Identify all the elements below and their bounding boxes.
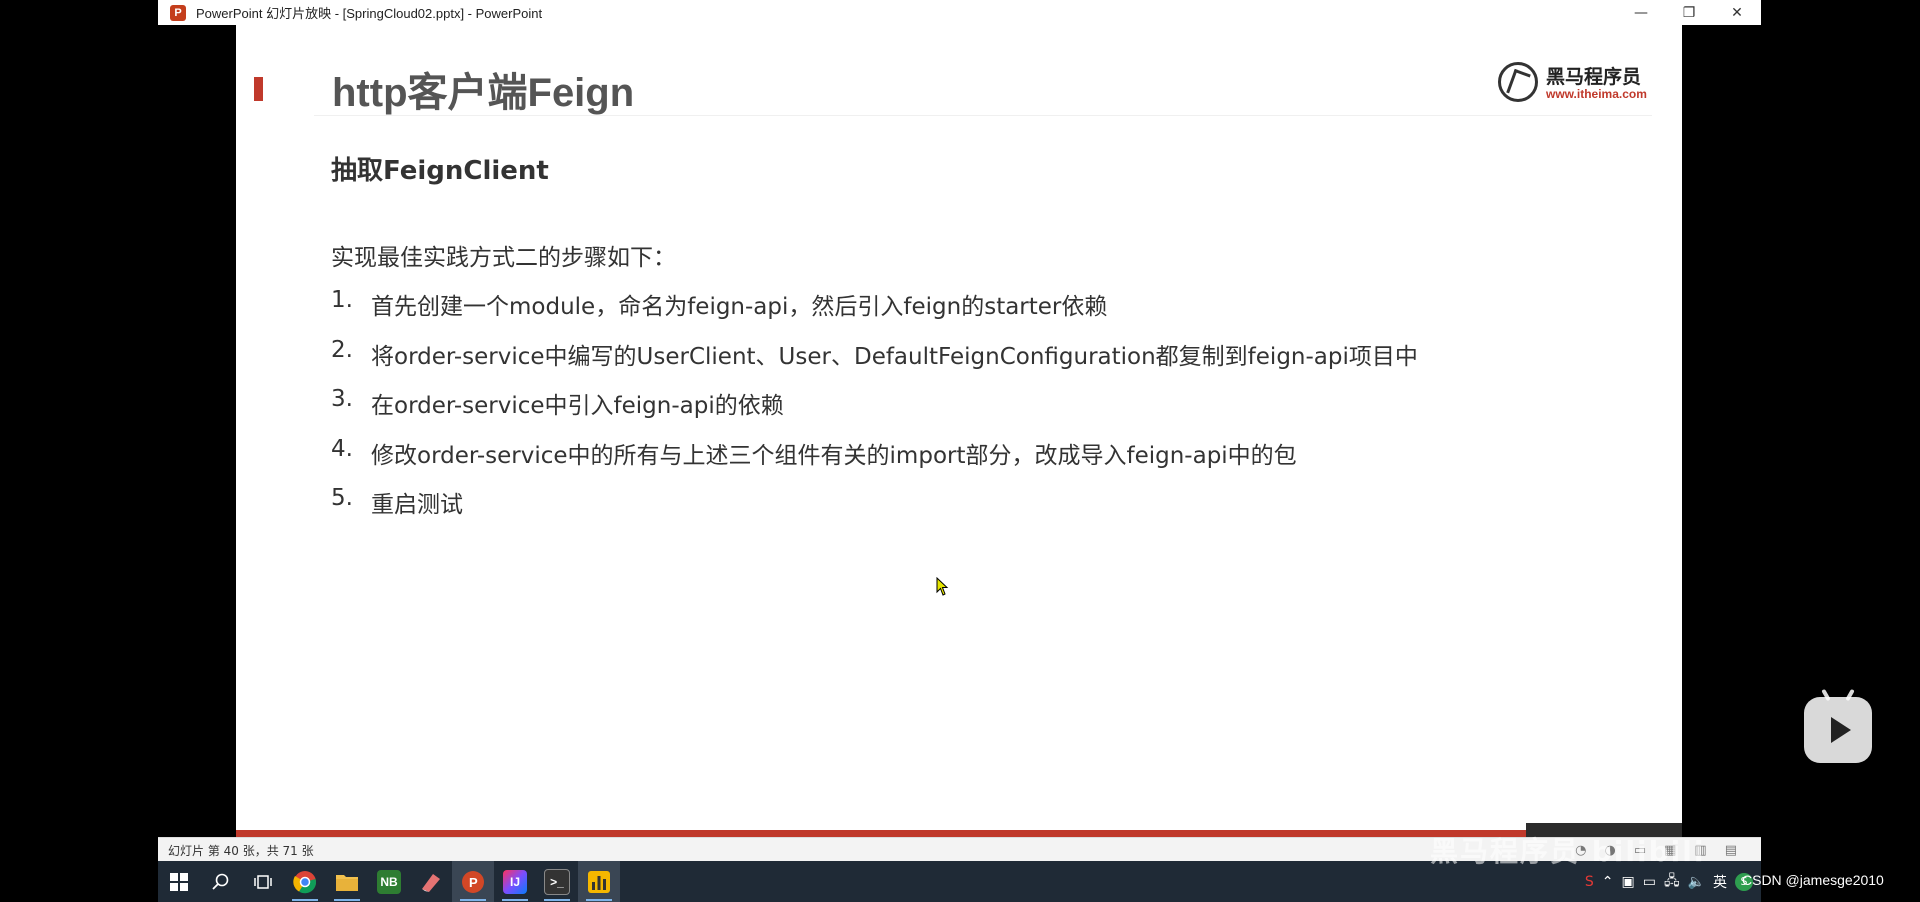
powerpoint-window: P PowerPoint 幻灯片放映 - [SpringCloud02.pptx…: [158, 0, 1761, 862]
powerpoint-app-icon: P: [170, 4, 186, 21]
search-icon: [212, 873, 229, 890]
step-number: 4.: [331, 435, 353, 462]
system-tray: S ⌃ ▣ ▭ 🖧 🔈 英 S: [1585, 870, 1753, 894]
folder-icon: [336, 874, 358, 891]
taskbar-intellij[interactable]: IJ: [494, 861, 536, 902]
taskbar-file-explorer[interactable]: [326, 861, 368, 902]
video-watermark: 黑马程序员 bilibili: [1430, 835, 1706, 868]
paint-icon: [422, 873, 440, 892]
horse-logo-icon: [1498, 62, 1538, 102]
taskbar-chart-app[interactable]: [578, 861, 620, 902]
battery-icon[interactable]: ▭: [1643, 874, 1656, 890]
list-item: 3. 在order-service中引入feign-api的依赖: [331, 386, 1418, 436]
intellij-icon: IJ: [503, 869, 527, 894]
title-accent-bar: [254, 77, 263, 101]
step-number: 5.: [331, 485, 353, 511]
powerpoint-icon: P: [462, 870, 484, 893]
network-icon[interactable]: 🖧: [1664, 870, 1680, 894]
title-bar: P PowerPoint 幻灯片放映 - [SpringCloud02.pptx…: [158, 0, 1761, 26]
list-item: 4. 修改order-service中的所有与上述三个组件有关的import部分…: [331, 436, 1418, 486]
chart-app-icon: [588, 870, 610, 893]
slideshow-icon[interactable]: ▤: [1725, 843, 1737, 858]
csdn-watermark: CSDN @jamesge2010: [1742, 872, 1884, 888]
ime-language-indicator[interactable]: 英: [1713, 872, 1727, 892]
sogou-ime-icon[interactable]: S: [1585, 874, 1594, 890]
close-button[interactable]: ✕: [1713, 0, 1761, 25]
step-text: 首先创建一个module，命名为feign-api，然后引入feign的star…: [371, 294, 1108, 320]
taskbar-onenote[interactable]: NB: [368, 861, 410, 902]
task-view-button[interactable]: [242, 861, 284, 902]
list-item: 5. 重启测试: [331, 485, 1418, 535]
step-number: 3.: [331, 386, 353, 412]
taskbar-terminal[interactable]: >_: [536, 861, 578, 902]
chevron-up-icon[interactable]: ⌃: [1602, 874, 1614, 890]
steps-intro: 实现最佳实践方式二的步骤如下：: [331, 245, 676, 271]
step-text: 修改order-service中的所有与上述三个组件有关的import部分，改成…: [371, 442, 1297, 469]
step-number: 2.: [331, 336, 353, 363]
chrome-icon: [293, 870, 317, 893]
steps-list: 1. 首先创建一个module，命名为feign-api，然后引入feign的s…: [331, 287, 1418, 535]
notebook-icon: NB: [377, 869, 401, 894]
title-divider: [314, 115, 1652, 116]
window-controls: — ❐ ✕: [1617, 0, 1761, 25]
tray-app-icon[interactable]: ▣: [1621, 874, 1634, 890]
terminal-icon: >_: [544, 868, 570, 895]
minimize-button[interactable]: —: [1617, 0, 1665, 25]
step-text: 重启测试: [371, 492, 463, 518]
taskbar-powerpoint[interactable]: P: [452, 861, 494, 902]
play-triangle-icon: [1831, 717, 1851, 743]
slide-counter: 幻灯片 第 40 张，共 71 张: [168, 843, 314, 858]
slide[interactable]: http客户端Feign 黑马程序员 www.itheima.com 抽取Fei…: [236, 25, 1682, 837]
step-text: 将order-service中编写的UserClient、User、Defaul…: [371, 343, 1418, 370]
play-icon[interactable]: [1804, 697, 1872, 763]
list-item: 1. 首先创建一个module，命名为feign-api，然后引入feign的s…: [331, 287, 1418, 337]
volume-icon[interactable]: 🔈: [1688, 874, 1705, 890]
taskbar-chrome[interactable]: [284, 861, 326, 902]
svg-text:P: P: [469, 875, 478, 890]
windows-logo-icon: [170, 872, 188, 891]
start-button[interactable]: [158, 861, 200, 902]
step-text: 在order-service中引入feign-api的依赖: [371, 393, 784, 419]
window-title: PowerPoint 幻灯片放映 - [SpringCloud02.pptx] …: [196, 6, 543, 21]
slide-subtitle: 抽取FeignClient: [331, 156, 549, 186]
slideshow-area[interactable]: http客户端Feign 黑马程序员 www.itheima.com 抽取Fei…: [158, 25, 1761, 837]
search-button[interactable]: [200, 861, 242, 902]
taskbar-paint[interactable]: [410, 861, 452, 902]
task-view-icon: [254, 874, 272, 889]
slide-title: http客户端Feign: [332, 71, 635, 115]
list-item: 2. 将order-service中编写的UserClient、User、Def…: [331, 337, 1418, 387]
logo-url: www.itheima.com: [1546, 87, 1647, 101]
itheima-logo: 黑马程序员 www.itheima.com: [1498, 60, 1648, 110]
logo-text: 黑马程序员: [1546, 66, 1642, 88]
restore-button[interactable]: ❐: [1665, 0, 1713, 25]
step-number: 1.: [331, 287, 353, 313]
